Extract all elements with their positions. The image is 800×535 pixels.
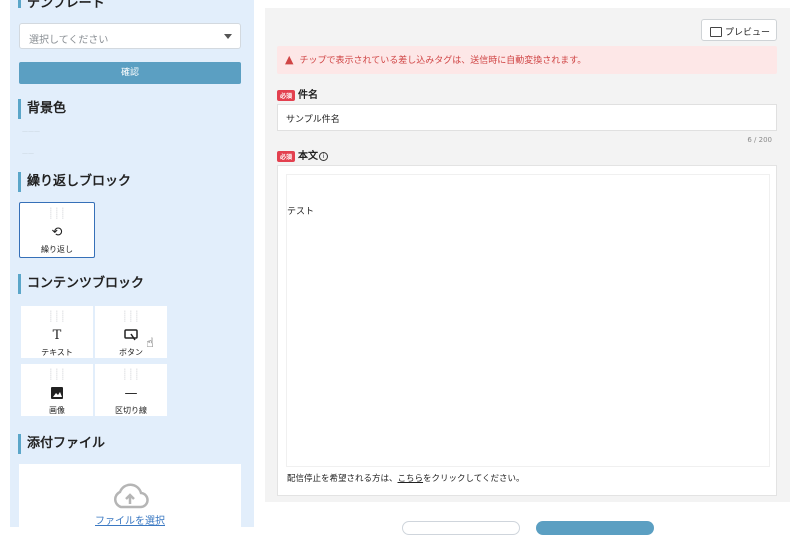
faint-text: ——— [22,128,40,135]
editor-panel: プレビュー ▲ チップで表示されている差し込みタグは、送信時に自動変換されます。 … [265,8,790,502]
preview-icon [710,26,722,37]
faint-text: —— [22,150,34,157]
unsubscribe-link[interactable]: こちら [398,474,424,484]
cloud-upload-icon [114,483,149,509]
image-icon [21,387,93,401]
body-label: 必須 本文 i [277,147,329,162]
content-block-divider[interactable]: ⋮⋮⋮ ⋮⋮⋮ — 区切り線 [95,364,167,416]
content-block-title: コンテンツブロック [18,274,144,294]
hand-cursor-icon: ☝ [146,336,154,351]
unsubscribe-footer: 配信停止を希望される方は、こちらをクリックしてください。 [287,472,525,484]
repeat-block-title: 繰り返しブロック [18,172,131,192]
body-content-area[interactable] [286,174,770,467]
subject-char-counter: 6 / 200 [747,136,772,144]
content-block-button[interactable]: ⋮⋮⋮ ⋮⋮⋮ ボタン [95,306,167,358]
content-block-label: 画像 [49,406,65,415]
subject-input[interactable]: サンプル件名 [277,104,777,131]
required-badge: 必須 [277,150,296,162]
info-icon[interactable]: i [319,151,329,161]
content-block-image[interactable]: ⋮⋮⋮ ⋮⋮⋮ 画像 [21,364,93,416]
preview-button[interactable]: プレビュー [701,19,777,41]
template-select-placeholder: 選択してください [29,35,109,46]
confirm-button[interactable]: 確認 [19,62,241,84]
info-alert: ▲ チップで表示されている差し込みタグは、送信時に自動変換されます。 [277,46,777,74]
secondary-action-button[interactable] [402,521,520,535]
drag-handle-icon[interactable]: ⋮⋮⋮ ⋮⋮⋮ [95,311,167,323]
footer-prefix: 配信停止を希望される方は、 [287,474,398,484]
body-label-text: 本文 [298,151,319,162]
drag-handle-icon[interactable]: ⋮⋮⋮ ⋮⋮⋮ [20,208,94,220]
drag-handle-icon[interactable]: ⋮⋮⋮ ⋮⋮⋮ [21,311,93,323]
body-editor[interactable]: テスト 配信停止を希望される方は、こちらをクリックしてください。 [277,165,777,496]
template-select[interactable]: 選択してください [19,23,241,49]
background-color-title: 背景色 [18,99,66,119]
caret-down-icon [224,34,232,39]
select-file-link[interactable]: ファイルを選択 [19,512,241,527]
content-block-label: テキスト [41,348,73,357]
drag-handle-icon[interactable]: ⋮⋮⋮ ⋮⋮⋮ [95,369,167,381]
attachment-title: 添付ファイル [18,434,105,454]
content-block-label: ボタン [119,348,143,357]
repeat-icon: ⟲ [51,225,63,240]
button-icon [95,329,167,343]
preview-label: プレビュー [725,28,771,38]
alert-text: チップで表示されている差し込みタグは、送信時に自動変換されます。 [299,56,587,66]
drag-handle-icon[interactable]: ⋮⋮⋮ ⋮⋮⋮ [21,369,93,381]
body-text: テスト [287,207,315,217]
warning-icon: ▲ [285,53,294,66]
footer-suffix: をクリックしてください。 [423,474,525,484]
subject-label-text: 件名 [298,90,319,101]
primary-action-button[interactable] [536,521,654,535]
subject-value: サンプル件名 [286,115,340,125]
repeat-block-label: 繰り返し [41,245,73,254]
repeat-block[interactable]: ⋮⋮⋮ ⋮⋮⋮ ⟲ 繰り返し [19,202,95,258]
divider-icon: — [124,386,138,401]
file-upload-area[interactable]: ファイルを選択 [19,464,241,527]
required-badge: 必須 [277,89,296,101]
template-section-title: テンプレート [18,0,105,11]
subject-label: 必須 件名 [277,86,318,101]
text-icon: T [52,328,62,343]
content-block-text[interactable]: ⋮⋮⋮ ⋮⋮⋮ T テキスト [21,306,93,358]
sidebar: テンプレート 選択してください 確認 背景色 ——— —— 繰り返しブロック ⋮… [10,0,254,527]
content-block-label: 区切り線 [115,406,147,415]
